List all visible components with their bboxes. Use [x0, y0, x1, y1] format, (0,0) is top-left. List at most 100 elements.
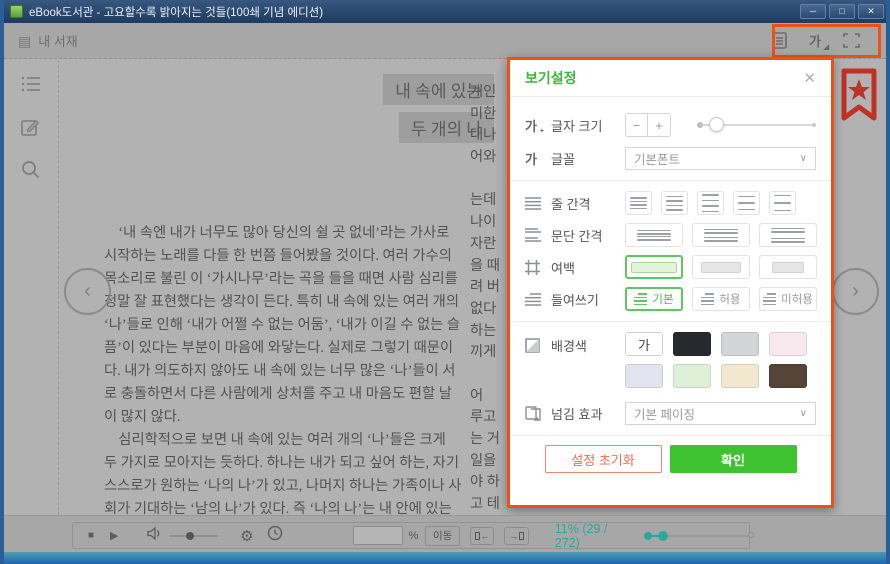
book-text-line: 다. 내가 의도하지 않아도 내 속에 있는 너무 많은 ‘나’들이 서 — [104, 360, 496, 383]
line-spacing-option[interactable] — [733, 191, 760, 215]
progress-slider-thumb[interactable] — [658, 531, 668, 541]
gear-icon[interactable]: ⚙ — [240, 527, 253, 545]
jump-to-start-button[interactable]: ← — [470, 527, 494, 545]
background-color-swatch[interactable] — [721, 364, 759, 388]
reset-settings-button[interactable]: 설정 초기화 — [545, 445, 662, 473]
page-effect-label: 넘김 효과 — [551, 404, 602, 423]
chapter-title: 내 속에 있는 두 개의 나 — [104, 74, 494, 150]
percent-input[interactable] — [353, 526, 403, 545]
library-icon: ▤ — [18, 34, 31, 48]
panel-close-icon[interactable]: ✕ — [803, 69, 816, 87]
indent-row: 들여쓰기 기본허용미허용 — [525, 287, 816, 311]
margin-option[interactable] — [759, 255, 817, 279]
panel-title: 보기설정 — [525, 68, 577, 88]
margin-option[interactable] — [692, 255, 750, 279]
paragraph-spacing-icon — [525, 228, 542, 243]
tts-stop-button[interactable]: ■ — [88, 530, 94, 541]
reading-progress-text: 11% (29 / 272) — [555, 522, 631, 550]
jump-to-end-button[interactable]: → — [504, 527, 528, 545]
paragraph-spacing-label: 문단 간격 — [551, 226, 602, 245]
my-library-button[interactable]: ▤ 내 서재 — [18, 31, 78, 50]
background-color-swatch[interactable] — [673, 332, 711, 356]
line-spacing-icon — [525, 196, 542, 211]
book-text-line: 시작하는 노래를 다들 한 번쯤 들어봤을 것이다. 여러 가수의 — [104, 245, 496, 268]
font-size-slider[interactable] — [697, 124, 816, 126]
font-size-row: 가+ 글자 크기 − + — [525, 113, 816, 137]
font-size-stepper: − + — [625, 113, 671, 137]
paragraph-spacing-option[interactable] — [759, 223, 817, 247]
window-frame-bottom — [0, 552, 890, 564]
font-family-label: 글꼴 — [551, 149, 575, 168]
toolbar-highlight-annotation — [772, 24, 881, 58]
paragraph-spacing-option[interactable] — [625, 223, 683, 247]
page-effect-row: 넘김 효과 기본 페이징 ∨ — [525, 402, 816, 425]
line-spacing-row: 줄 간격 — [525, 191, 816, 215]
maximize-button[interactable]: □ — [829, 4, 855, 19]
font-size-increase-button[interactable]: + — [648, 114, 670, 136]
margin-icon — [525, 260, 542, 275]
paragraph-spacing-option[interactable] — [692, 223, 750, 247]
ebook-reader-window: eBook도서관 - 고요할수록 밝아지는 것들(100쇄 기념 에디션) ─ … — [0, 0, 890, 564]
font-size-slider-thumb[interactable] — [709, 117, 724, 132]
indent-option[interactable]: 기본 — [625, 287, 683, 311]
note-edit-icon[interactable] — [21, 118, 41, 138]
percent-symbol: % — [409, 530, 419, 542]
title-bar: eBook도서관 - 고요할수록 밝아지는 것들(100쇄 기념 에디션) ─ … — [0, 0, 890, 23]
close-button[interactable]: ✕ — [858, 4, 884, 19]
previous-page-button[interactable]: ‹ — [64, 268, 111, 315]
background-color-row: 배경색 가 — [525, 332, 816, 388]
page-effect-dropdown[interactable]: 기본 페이징 ∨ — [625, 402, 816, 425]
line-spacing-option[interactable] — [697, 191, 724, 215]
indent-icon — [525, 292, 542, 307]
book-text-line: 스스로가 원하는 ‘나의 나’가 있고, 나머지 하나는 가족이나 사 — [104, 475, 496, 498]
book-text-line: 목소리로 불린 이 ‘가시나무’라는 곡을 들을 때면 사람 심리를 — [104, 268, 496, 291]
book-text-line: 두 가지로 모아지는 듯하다. 하나는 내가 되고 싶어 하는, 자기 — [104, 452, 496, 475]
volume-slider[interactable] — [170, 535, 219, 537]
line-spacing-option[interactable] — [625, 191, 652, 215]
background-color-swatch[interactable] — [769, 364, 807, 388]
page-effect-icon — [525, 406, 542, 421]
chevron-down-icon: ∨ — [800, 408, 807, 419]
go-button[interactable]: 이동 — [425, 526, 460, 546]
panel-header: 보기설정 ✕ — [510, 60, 831, 97]
book-text-line: 심리학적으로 보면 내 속에 있는 여러 개의 ‘나’들은 크게 — [104, 429, 496, 452]
line-spacing-option[interactable] — [769, 191, 796, 215]
volume-icon — [147, 527, 162, 545]
background-color-swatch[interactable] — [673, 364, 711, 388]
page-effect-value: 기본 페이징 — [634, 404, 695, 423]
background-color-swatch[interactable] — [625, 364, 663, 388]
search-icon[interactable] — [21, 160, 41, 180]
confirm-button[interactable]: 확인 — [670, 445, 797, 473]
reading-progress-slider[interactable] — [644, 535, 749, 537]
next-page-button[interactable]: › — [832, 268, 879, 315]
table-of-contents-icon[interactable] — [21, 76, 41, 96]
book-left-column: ‘내 속엔 내가 너무도 많아 당신의 쉴 곳 없네’라는 가사로시작하는 노래… — [104, 222, 496, 521]
book-text-line: ‘나’들로 인해 ‘내가 어쩔 수 없는 어둠’, ‘내가 이길 수 없는 슬 — [104, 314, 496, 337]
indent-option[interactable]: 미허용 — [759, 287, 817, 311]
font-family-icon: 가 — [525, 151, 542, 166]
book-text-line: 이 많지 않다. — [104, 406, 496, 429]
line-spacing-option[interactable] — [661, 191, 688, 215]
background-color-swatch[interactable] — [769, 332, 807, 356]
volume-slider-thumb[interactable] — [186, 532, 194, 540]
top-toolbar: ▤ 내 서재 가◢ — [4, 23, 886, 59]
indent-option[interactable]: 허용 — [692, 287, 750, 311]
chevron-down-icon: ∨ — [800, 153, 807, 164]
font-size-icon: 가+ — [525, 118, 542, 133]
line-spacing-label: 줄 간격 — [551, 194, 591, 213]
bookmark-ribbon-icon[interactable] — [841, 68, 877, 133]
minimize-button[interactable]: ─ — [800, 4, 826, 19]
font-family-value: 기본폰트 — [634, 149, 680, 168]
background-color-swatch[interactable]: 가 — [625, 332, 663, 356]
book-text-line: 정말 잘 표현했다는 생각이 든다. 특히 내 속에 있는 여러 개의 — [104, 291, 496, 314]
font-size-decrease-button[interactable]: − — [626, 114, 648, 136]
background-color-swatch[interactable] — [721, 332, 759, 356]
book-text-line: 로 충돌하면서 다른 사람에게 상처를 주고 내 마음도 편할 날 — [104, 383, 496, 406]
margin-label: 여백 — [551, 258, 575, 277]
font-size-label: 글자 크기 — [551, 116, 602, 135]
margin-option[interactable] — [625, 255, 683, 279]
tts-play-button[interactable]: ▶ — [110, 529, 118, 542]
font-family-dropdown[interactable]: 기본폰트 ∨ — [625, 147, 816, 170]
timer-icon[interactable] — [267, 525, 283, 546]
background-color-label: 배경색 — [551, 336, 587, 355]
